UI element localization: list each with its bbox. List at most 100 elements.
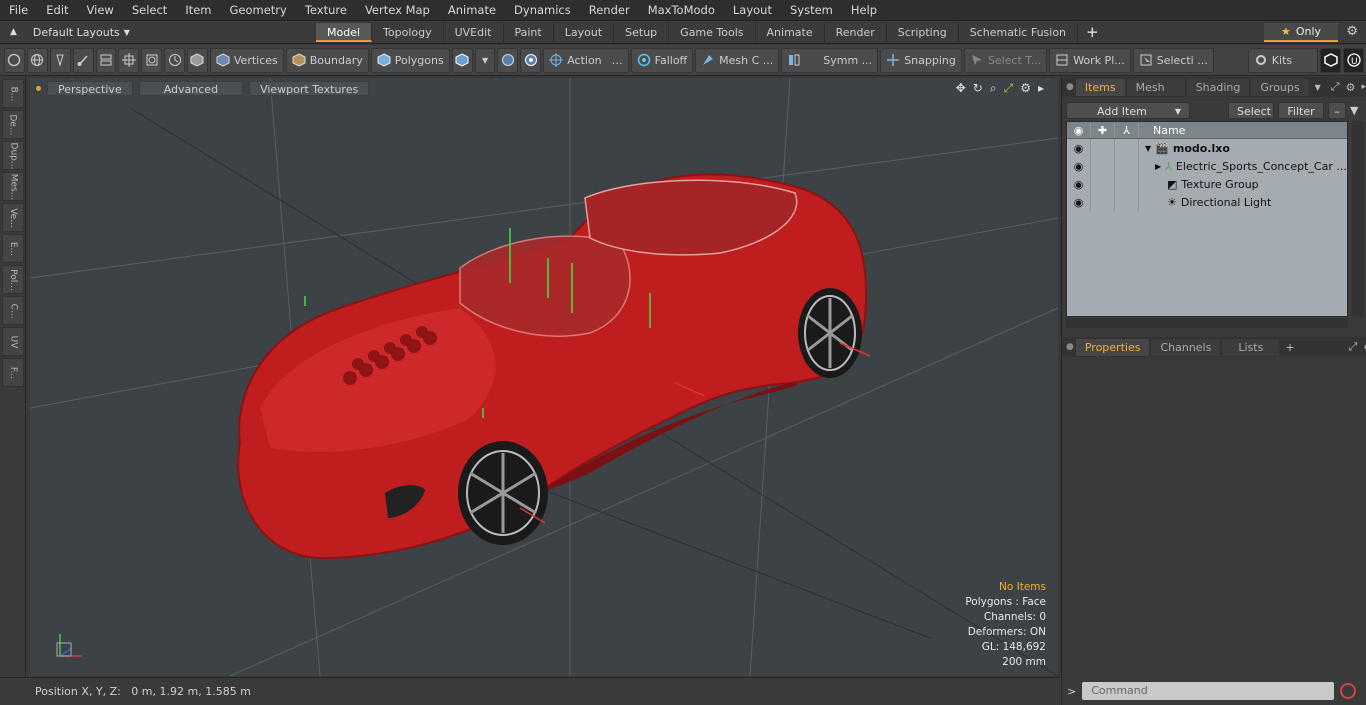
- menu-select[interactable]: Select: [123, 3, 176, 17]
- add-item-button[interactable]: Add Item ▼: [1066, 101, 1190, 119]
- command-input[interactable]: Command: [1082, 682, 1335, 700]
- chevron-down-icon[interactable]: ▼: [1315, 83, 1321, 92]
- unity-button[interactable]: [1320, 47, 1342, 73]
- tab-shading[interactable]: Shading: [1186, 78, 1250, 96]
- item-list-scrollbar-vertical[interactable]: [1352, 121, 1364, 317]
- 3d-viewport[interactable]: Perspective Advanced Viewport Textures ✥…: [30, 78, 1058, 676]
- expand-icon[interactable]: ⤢: [1349, 340, 1358, 354]
- rotate-icon[interactable]: ↻: [973, 81, 983, 96]
- perspective-button[interactable]: Perspective: [47, 80, 133, 96]
- visibility-column-icon[interactable]: ◉: [1067, 122, 1091, 138]
- material-mode-button[interactable]: [451, 47, 473, 73]
- tab-topology[interactable]: Topology: [372, 22, 444, 42]
- layout-selector[interactable]: ▲ Default Layouts ▼: [0, 26, 316, 39]
- left-tab-duplicate[interactable]: Dup...: [2, 141, 24, 170]
- viewport-scene[interactable]: [30, 78, 1058, 676]
- mesh-constraint-button[interactable]: Mesh C ...: [695, 47, 780, 73]
- center-button[interactable]: [118, 47, 140, 73]
- arrow-right-icon[interactable]: ▸: [1361, 82, 1366, 92]
- clock-button[interactable]: [164, 47, 185, 73]
- select-through-button[interactable]: Select T...: [963, 47, 1048, 73]
- eye-icon[interactable]: ◉: [1067, 193, 1091, 211]
- tab-layout[interactable]: Layout: [554, 22, 615, 42]
- kits-button[interactable]: Kits: [1247, 47, 1319, 73]
- menu-geometry[interactable]: Geometry: [221, 3, 296, 17]
- polygons-button[interactable]: Polygons: [370, 47, 450, 73]
- menu-edit[interactable]: Edit: [37, 3, 77, 17]
- menu-dynamics[interactable]: Dynamics: [505, 3, 580, 17]
- expand-arrow-icon[interactable]: ▶: [1155, 162, 1161, 171]
- circle-select-button[interactable]: [4, 47, 25, 73]
- boundary-button[interactable]: Boundary: [285, 47, 369, 73]
- falloff-button[interactable]: Falloff: [630, 47, 694, 73]
- snapping-button[interactable]: Snapping: [880, 47, 962, 73]
- panel-gear-icon[interactable]: ⚙: [1346, 81, 1356, 94]
- eye-icon[interactable]: ◉: [1067, 157, 1091, 175]
- filter-funnel-icon[interactable]: ▼: [1350, 104, 1358, 117]
- mode-dropdown-button[interactable]: ▼: [474, 47, 496, 73]
- left-tab-polygon[interactable]: Pol...: [2, 265, 24, 294]
- add-tab-icon[interactable]: +: [1285, 341, 1294, 354]
- brush-button[interactable]: [72, 47, 94, 73]
- tab-uvedit[interactable]: UVEdit: [444, 22, 504, 42]
- left-tab-basic[interactable]: B...: [2, 79, 24, 108]
- tab-lists[interactable]: Lists: [1222, 338, 1280, 356]
- list-item[interactable]: ◉ ▼ 🎬 modo.lxo: [1067, 139, 1347, 157]
- tab-model[interactable]: Model: [316, 22, 373, 42]
- menu-system[interactable]: System: [781, 3, 842, 17]
- menu-texture[interactable]: Texture: [296, 3, 356, 17]
- only-toggle-button[interactable]: ★ Only: [1264, 23, 1338, 42]
- item-list-scrollbar-horizontal[interactable]: [1066, 318, 1348, 328]
- vertices-button[interactable]: Vertices: [209, 47, 284, 73]
- viewport-menu-dot[interactable]: [36, 85, 41, 91]
- menu-file[interactable]: File: [0, 3, 37, 17]
- tab-channels[interactable]: Channels: [1151, 338, 1221, 356]
- menu-item[interactable]: Item: [176, 3, 220, 17]
- select-button[interactable]: Select: [1228, 101, 1274, 119]
- eye-icon[interactable]: ◉: [1067, 139, 1091, 157]
- arrow-right-icon[interactable]: ▸: [1038, 81, 1044, 96]
- align-button[interactable]: [95, 47, 117, 73]
- item-mode-button[interactable]: [187, 47, 208, 73]
- gear-icon[interactable]: ⚙: [1346, 24, 1358, 39]
- tab-scripting[interactable]: Scripting: [887, 22, 959, 42]
- menu-layout[interactable]: Layout: [724, 3, 781, 17]
- advanced-shading-button[interactable]: Advanced: [138, 80, 244, 96]
- tab-schematic-fusion[interactable]: Schematic Fusion: [959, 22, 1079, 42]
- menu-view[interactable]: View: [78, 3, 123, 17]
- globe-button[interactable]: [26, 47, 48, 73]
- tab-paint[interactable]: Paint: [504, 22, 554, 42]
- locator-column-icon[interactable]: ⅄: [1115, 122, 1139, 138]
- left-tab-edge[interactable]: E...: [2, 234, 24, 263]
- maximize-icon[interactable]: ⤢: [1004, 81, 1014, 96]
- tab-groups[interactable]: Groups: [1251, 78, 1309, 96]
- tab-mesh[interactable]: Mesh ...: [1126, 78, 1185, 111]
- panel-menu-dot[interactable]: ●: [1066, 342, 1074, 352]
- tab-setup[interactable]: Setup: [614, 22, 670, 42]
- selection-sets-button[interactable]: Selecti ...: [1132, 47, 1214, 73]
- left-tab-mesh-edit[interactable]: Mes...: [2, 172, 24, 201]
- menu-help[interactable]: Help: [842, 3, 886, 17]
- left-tab-curve[interactable]: C...: [2, 296, 24, 325]
- tab-render[interactable]: Render: [825, 22, 887, 42]
- name-column-header[interactable]: Name: [1139, 124, 1185, 137]
- element-button[interactable]: [141, 47, 163, 73]
- menu-vertex-map[interactable]: Vertex Map: [356, 3, 439, 17]
- record-icon[interactable]: [1340, 683, 1357, 699]
- layout-collapse-icon[interactable]: ▲: [10, 27, 17, 37]
- pan-icon[interactable]: ✥: [956, 81, 966, 96]
- tab-game-tools[interactable]: Game Tools: [669, 22, 756, 42]
- action-center-button[interactable]: Action…: [543, 47, 629, 73]
- unreal-button[interactable]: U: [1343, 47, 1365, 73]
- filter-button[interactable]: Filter: [1278, 101, 1324, 119]
- menu-render[interactable]: Render: [580, 3, 639, 17]
- tab-animate[interactable]: Animate: [756, 22, 825, 42]
- list-item[interactable]: ◉ ◩ Texture Group: [1067, 175, 1347, 193]
- viewport-textures-button[interactable]: Viewport Textures: [249, 80, 370, 96]
- symmetry-shield-button[interactable]: [497, 47, 519, 73]
- symmetry-button[interactable]: Symm ...: [781, 47, 879, 73]
- lock-column-icon[interactable]: ✚: [1091, 122, 1115, 138]
- eye-icon[interactable]: ◉: [1067, 175, 1091, 193]
- zoom-icon[interactable]: ⌕: [990, 81, 997, 96]
- list-item[interactable]: ◉ ☀ Directional Light: [1067, 193, 1347, 211]
